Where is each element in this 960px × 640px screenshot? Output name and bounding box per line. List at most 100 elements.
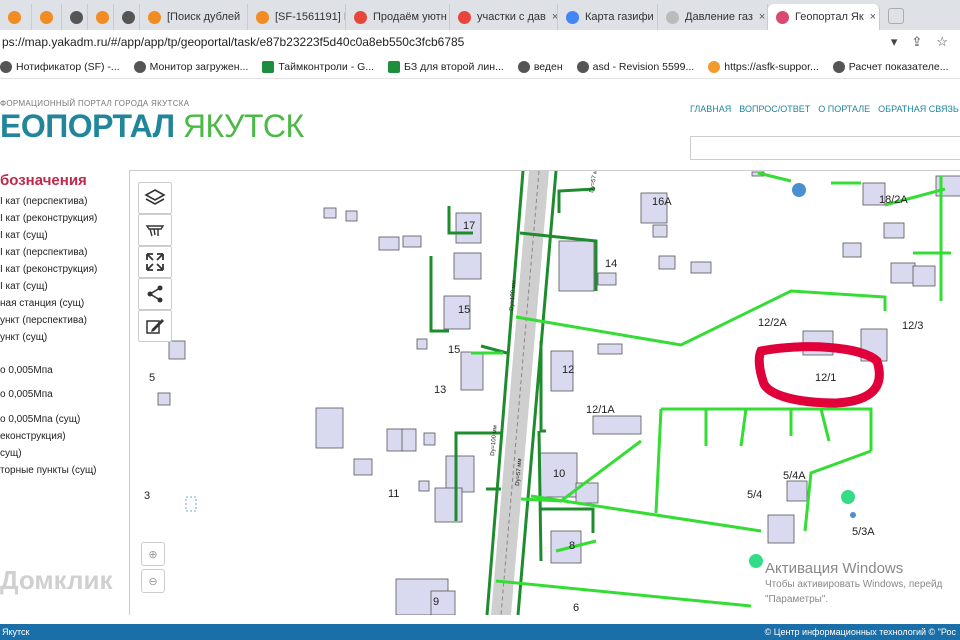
bookmark-item[interactable]: asd - Revision 5599... bbox=[576, 61, 695, 73]
tab-favicon-icon bbox=[458, 10, 471, 24]
legend-item: I кат (реконструкция) bbox=[0, 213, 98, 224]
bookmark-item[interactable]: Монитор загружен... bbox=[133, 61, 249, 73]
zoom-out-button[interactable]: ⊖ bbox=[141, 569, 165, 593]
watermark: Домклик bbox=[0, 565, 113, 595]
svg-text:3: 3 bbox=[144, 490, 150, 502]
svg-text:15: 15 bbox=[458, 304, 470, 316]
nav-link[interactable]: ОБРАТНАЯ СВЯЗЬ bbox=[878, 104, 959, 114]
legend-item: торные пункты (сущ) bbox=[0, 465, 97, 476]
browser-tab[interactable] bbox=[0, 4, 32, 30]
globe-icon bbox=[0, 61, 12, 73]
svg-text:18/2А: 18/2А bbox=[879, 194, 908, 206]
map-marker[interactable] bbox=[841, 490, 855, 504]
nav-link[interactable]: О ПОРТАЛЕ bbox=[818, 104, 870, 114]
tab-label: Карта газифи bbox=[585, 11, 654, 23]
browser-tab[interactable] bbox=[114, 4, 140, 30]
svg-text:6: 6 bbox=[573, 602, 579, 614]
bookmark-label: веден bbox=[533, 61, 563, 73]
browser-tab[interactable]: Карта газифи× bbox=[558, 4, 658, 30]
orange-icon bbox=[708, 61, 721, 73]
browser-tab[interactable] bbox=[32, 4, 62, 30]
svg-text:14: 14 bbox=[605, 258, 617, 270]
plus-icon bbox=[388, 61, 401, 73]
legend-item: I кат (сущ) bbox=[0, 281, 48, 292]
map-marker[interactable] bbox=[792, 183, 806, 197]
tab-close-icon[interactable]: × bbox=[870, 11, 876, 23]
zoom-in-button[interactable]: ⊕ bbox=[141, 542, 165, 566]
tab-favicon-icon bbox=[148, 10, 161, 24]
address-bar[interactable]: ps://map.yakadm.ru/#/app/app/tp/geoporta… bbox=[0, 30, 960, 54]
site-logo[interactable]: ЕОПОРТАЛ ЯКУТСК bbox=[0, 108, 304, 145]
map-svg[interactable]: 17 14 15 15 12 12/1А 13 10 11 8 9 6 5 3 … bbox=[130, 171, 960, 615]
footer-left: Якутск bbox=[2, 627, 30, 637]
plus-icon bbox=[262, 61, 275, 73]
svg-text:Dy=57 мм: Dy=57 мм bbox=[589, 171, 600, 193]
zoom-in-icon: ⊕ bbox=[148, 548, 158, 561]
bookmark-item[interactable]: Расчет показателе... bbox=[832, 61, 949, 73]
browser-tab[interactable]: Давление газ × bbox=[658, 4, 768, 30]
tab-label: Продаём уютн bbox=[373, 11, 447, 23]
tab-favicon-icon bbox=[354, 10, 367, 24]
tab-favicon-icon bbox=[566, 10, 579, 24]
bookmark-item[interactable]: Таймконтроли - G... bbox=[262, 61, 374, 73]
url-text[interactable]: ps://map.yakadm.ru/#/app/app/tp/geoporta… bbox=[0, 35, 464, 49]
globe-icon bbox=[517, 61, 530, 73]
share-icon[interactable]: ⇪ bbox=[911, 34, 922, 50]
nav-link[interactable]: ГЛАВНАЯ bbox=[690, 104, 731, 114]
legend-item: I кат (перспектива) bbox=[0, 196, 88, 207]
svg-text:12/2А: 12/2А bbox=[758, 317, 787, 329]
map-marker[interactable] bbox=[749, 554, 763, 568]
windows-activation-notice: Активация Windows Чтобы активировать Win… bbox=[765, 560, 942, 607]
tab-close-icon[interactable]: × bbox=[759, 11, 765, 23]
search-input[interactable] bbox=[690, 136, 960, 160]
activation-line-2: "Параметры". bbox=[765, 594, 829, 605]
bookmark-item[interactable]: веден bbox=[517, 61, 563, 73]
browser-tab[interactable] bbox=[62, 4, 88, 30]
bookmark-star-icon[interactable]: ☆ bbox=[936, 34, 948, 50]
browser-tab[interactable] bbox=[88, 4, 114, 30]
legend-item: о 0,005Мпа bbox=[0, 365, 53, 376]
nav-link[interactable]: ВОПРОС/ОТВЕТ bbox=[739, 104, 810, 114]
bookmark-item[interactable]: https://asfk-suppor... bbox=[708, 61, 819, 73]
svg-text:15: 15 bbox=[448, 344, 460, 356]
edit-button[interactable] bbox=[138, 310, 172, 342]
bookmark-item[interactable]: Нотификатор (SF) -... bbox=[0, 61, 120, 73]
svg-text:13: 13 bbox=[434, 384, 446, 396]
logo-part-1: ЕОПОРТАЛ bbox=[0, 108, 175, 144]
new-tab-button[interactable] bbox=[888, 8, 904, 24]
bookmark-label: Монитор загружен... bbox=[149, 61, 249, 73]
legend-item: еконструкция) bbox=[0, 431, 66, 442]
browser-tab[interactable]: [SF-1561191] В× bbox=[248, 4, 346, 30]
map-marker[interactable] bbox=[850, 512, 856, 518]
map-canvas[interactable]: 17 14 15 15 12 12/1А 13 10 11 8 9 6 5 3 … bbox=[129, 170, 960, 615]
browser-tab[interactable]: [Поиск дублей× bbox=[140, 4, 248, 30]
site-header: ФОРМАЦИОННЫЙ ПОРТАЛ ГОРОДА ЯКУТСКА ЕОПОР… bbox=[0, 80, 960, 168]
tab-label: участки с дав bbox=[477, 11, 546, 23]
layers-button[interactable] bbox=[138, 182, 172, 214]
browser-tab-bar: [Поиск дублей×[SF-1561191] В×Продаём уют… bbox=[0, 0, 960, 30]
site-subtitle: ФОРМАЦИОННЫЙ ПОРТАЛ ГОРОДА ЯКУТСКА bbox=[0, 99, 190, 108]
legend-item: о 0,005Мпа (сущ) bbox=[0, 414, 81, 425]
tab-favicon-icon bbox=[776, 10, 789, 24]
bookmark-item[interactable]: БЗ для второй лин... bbox=[388, 61, 504, 73]
tab-favicon-icon bbox=[40, 10, 53, 24]
tab-favicon-icon bbox=[96, 10, 109, 24]
bookmark-label: Расчет показателе... bbox=[848, 61, 949, 73]
svg-text:11: 11 bbox=[388, 488, 399, 500]
zoom-out-icon: ⊖ bbox=[148, 575, 158, 588]
svg-text:12/1: 12/1 bbox=[815, 372, 836, 384]
svg-text:9: 9 bbox=[433, 596, 439, 608]
svg-text:12: 12 bbox=[562, 364, 574, 376]
dropdown-icon[interactable]: ▾ bbox=[891, 34, 898, 50]
browser-tab[interactable]: участки с дав × bbox=[450, 4, 558, 30]
top-nav: ГЛАВНАЯ ВОПРОС/ОТВЕТ О ПОРТАЛЕ ОБРАТНАЯ СВЯ… bbox=[690, 104, 960, 114]
globe-icon bbox=[576, 61, 589, 73]
fullscreen-button[interactable] bbox=[138, 246, 172, 278]
svg-text:Dy=100 мм: Dy=100 мм bbox=[490, 425, 499, 456]
browser-tab[interactable]: Продаём уютн× bbox=[346, 4, 450, 30]
bookmark-label: asd - Revision 5599... bbox=[592, 61, 695, 73]
share-button[interactable] bbox=[138, 278, 172, 310]
browser-tab[interactable]: Геопортал Як × bbox=[768, 4, 880, 30]
measure-button[interactable] bbox=[138, 214, 172, 246]
activation-title: Активация Windows bbox=[765, 560, 904, 577]
